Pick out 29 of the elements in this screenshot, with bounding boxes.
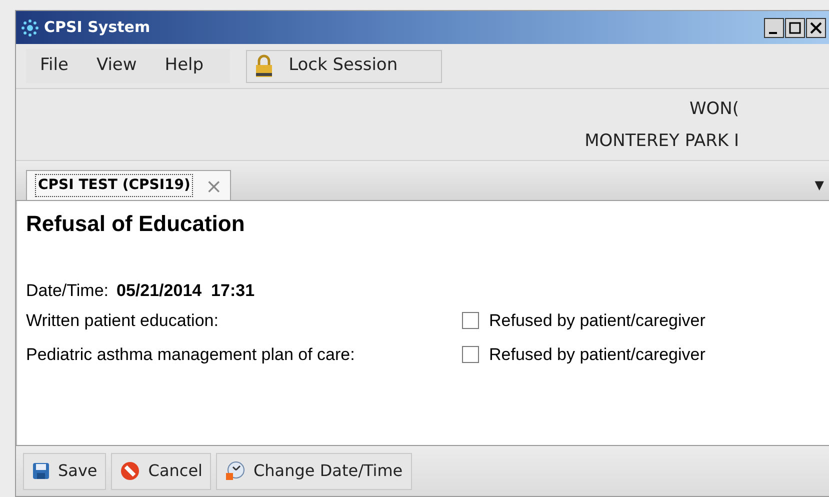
menu-item[interactable]: Help <box>150 53 218 79</box>
document-tab[interactable]: CPSI TEST (CPSI19) × <box>26 170 232 200</box>
toolbar-button[interactable]: Cancel <box>111 452 212 490</box>
toolbar-button[interactable]: Save <box>23 452 106 490</box>
field-label: Written patient education: <box>26 310 220 332</box>
tab-list-button[interactable]: ▼ <box>814 176 824 194</box>
no-entry-icon <box>120 461 140 481</box>
checkbox[interactable] <box>462 346 479 363</box>
datetime-value: 05/21/2014 17:31 <box>116 280 255 302</box>
checkbox[interactable] <box>462 312 479 329</box>
form-title: Refusal of Education <box>26 210 246 238</box>
clock-icon <box>225 461 246 481</box>
app-logo-icon <box>20 18 40 38</box>
menu-item[interactable]: File <box>26 53 82 79</box>
menu-item[interactable]: View <box>82 53 151 79</box>
tab-label: CPSI TEST (CPSI19) <box>35 174 194 197</box>
maximize-icon[interactable] <box>785 18 805 38</box>
refused-checkbox[interactable]: Refused by patient/caregiver <box>462 308 706 334</box>
close-icon[interactable] <box>806 18 826 38</box>
window-title: CPSI System <box>44 17 150 38</box>
lock-session-button[interactable]: Lock Session <box>246 50 442 82</box>
minimize-icon[interactable] <box>764 18 784 38</box>
header-text: WON( <box>689 98 739 121</box>
field-label: Pediatric asthma management plan of care: <box>26 344 356 366</box>
padlock-icon <box>254 54 273 78</box>
refused-checkbox[interactable]: Refused by patient/caregiver <box>462 342 706 368</box>
header-text: MONTEREY PARK I <box>584 130 739 152</box>
toolbar-button[interactable]: Change Date/Time <box>216 452 412 490</box>
field-label: Date/Time: <box>26 280 109 302</box>
